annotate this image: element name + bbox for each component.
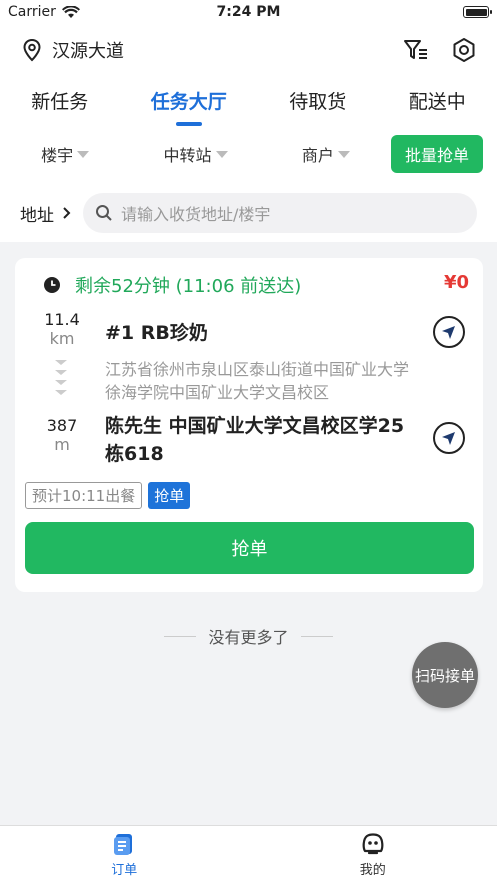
- dropdown-arrow-icon: [77, 150, 90, 158]
- bottom-tab-bar: 订单 我的: [0, 825, 497, 883]
- address-label: 地址: [20, 205, 54, 226]
- order-card[interactable]: 剩余52分钟 (11:06 前送达) ¥0 11.4 km 387 m #1 R…: [15, 258, 483, 592]
- search-input[interactable]: 请输入收货地址/楼宇: [83, 193, 477, 233]
- filter-transfer-station[interactable]: 中转站: [130, 142, 260, 166]
- search-placeholder: 请输入收货地址/楼宇: [121, 205, 271, 224]
- tab-task-hall[interactable]: 任务大厅: [141, 87, 237, 114]
- tab-mine[interactable]: 我的: [249, 826, 497, 883]
- clock: 7:24 PM: [216, 4, 281, 20]
- address-selector[interactable]: 地址: [20, 201, 71, 226]
- tab-delivering[interactable]: 配送中: [399, 87, 476, 114]
- no-more-indicator: 没有更多了: [0, 624, 497, 648]
- customer-distance: 387 m: [37, 416, 87, 454]
- tab-mine-label: 我的: [359, 863, 386, 878]
- chevron-right-icon: [63, 207, 71, 219]
- divider: [164, 635, 197, 637]
- clock-icon: [44, 277, 60, 293]
- grab-order-button[interactable]: 抢单: [25, 522, 474, 574]
- location-pin-icon: [23, 38, 41, 62]
- navigate-shop-icon[interactable]: [433, 316, 465, 348]
- dropdown-arrow-icon: [215, 150, 228, 158]
- route-arrows-icon: [55, 360, 69, 400]
- orders-icon: [114, 834, 133, 855]
- order-tags: 预计10:11出餐 抢单: [25, 482, 191, 509]
- order-price: ¥0: [443, 272, 469, 293]
- customer-distance-value: 387: [46, 416, 78, 435]
- navigate-customer-icon[interactable]: [433, 422, 465, 454]
- divider: [300, 635, 333, 637]
- filter-building-label: 楼宇: [41, 146, 74, 165]
- filter-merchant[interactable]: 商户: [261, 142, 391, 166]
- customer-distance-unit: m: [54, 435, 70, 454]
- grab-tag: 抢单: [148, 482, 191, 509]
- filter-bar: 楼宇 中转站 商户 批量抢单: [0, 124, 497, 184]
- header: 汉源大道: [0, 24, 497, 76]
- shop-name: #1 RB珍奶: [105, 322, 208, 344]
- estimate-tag: 预计10:11出餐: [25, 482, 143, 509]
- customer-address: 陈先生 中国矿业大学文昌校区学25栋618: [105, 415, 405, 465]
- tab-orders[interactable]: 订单: [0, 826, 249, 883]
- search-icon: [96, 205, 112, 221]
- header-actions: [403, 37, 477, 63]
- location-selector[interactable]: 汉源大道: [22, 37, 124, 63]
- search-row: 地址 请输入收货地址/楼宇: [0, 184, 497, 242]
- shop-distance-value: 11.4: [44, 310, 80, 329]
- profile-face-icon: [362, 833, 384, 855]
- scan-order-button[interactable]: 扫码接单: [412, 642, 478, 708]
- shop-distance-unit: km: [49, 329, 75, 348]
- batch-grab-button[interactable]: 批量抢单: [390, 135, 483, 173]
- shop-distance: 11.4 km: [37, 310, 87, 348]
- battery-icon: [463, 6, 492, 18]
- no-more-text: 没有更多了: [208, 628, 289, 647]
- remaining-time: 剩余52分钟 (11:06 前送达): [75, 276, 302, 297]
- filter-building[interactable]: 楼宇: [0, 142, 130, 166]
- location-name: 汉源大道: [52, 41, 124, 62]
- filter-transfer-label: 中转站: [163, 146, 212, 165]
- dropdown-arrow-icon: [337, 150, 350, 158]
- tab-orders-label: 订单: [111, 863, 138, 878]
- status-bar: Carrier 7:24 PM: [0, 0, 497, 24]
- tab-new-tasks[interactable]: 新任务: [21, 87, 98, 114]
- shop-address: 江苏省徐州市泉山区泰山街道中国矿业大学徐海学院中国矿业大学文昌校区: [105, 360, 410, 402]
- settings-icon[interactable]: [451, 37, 477, 63]
- filter-merchant-label: 商户: [301, 146, 334, 165]
- task-tabs: 新任务 任务大厅 待取货 配送中: [0, 76, 497, 124]
- tab-pending-pickup[interactable]: 待取货: [279, 87, 356, 114]
- remaining-time-row: 剩余52分钟 (11:06 前送达): [43, 272, 301, 298]
- filter-icon[interactable]: [403, 38, 429, 62]
